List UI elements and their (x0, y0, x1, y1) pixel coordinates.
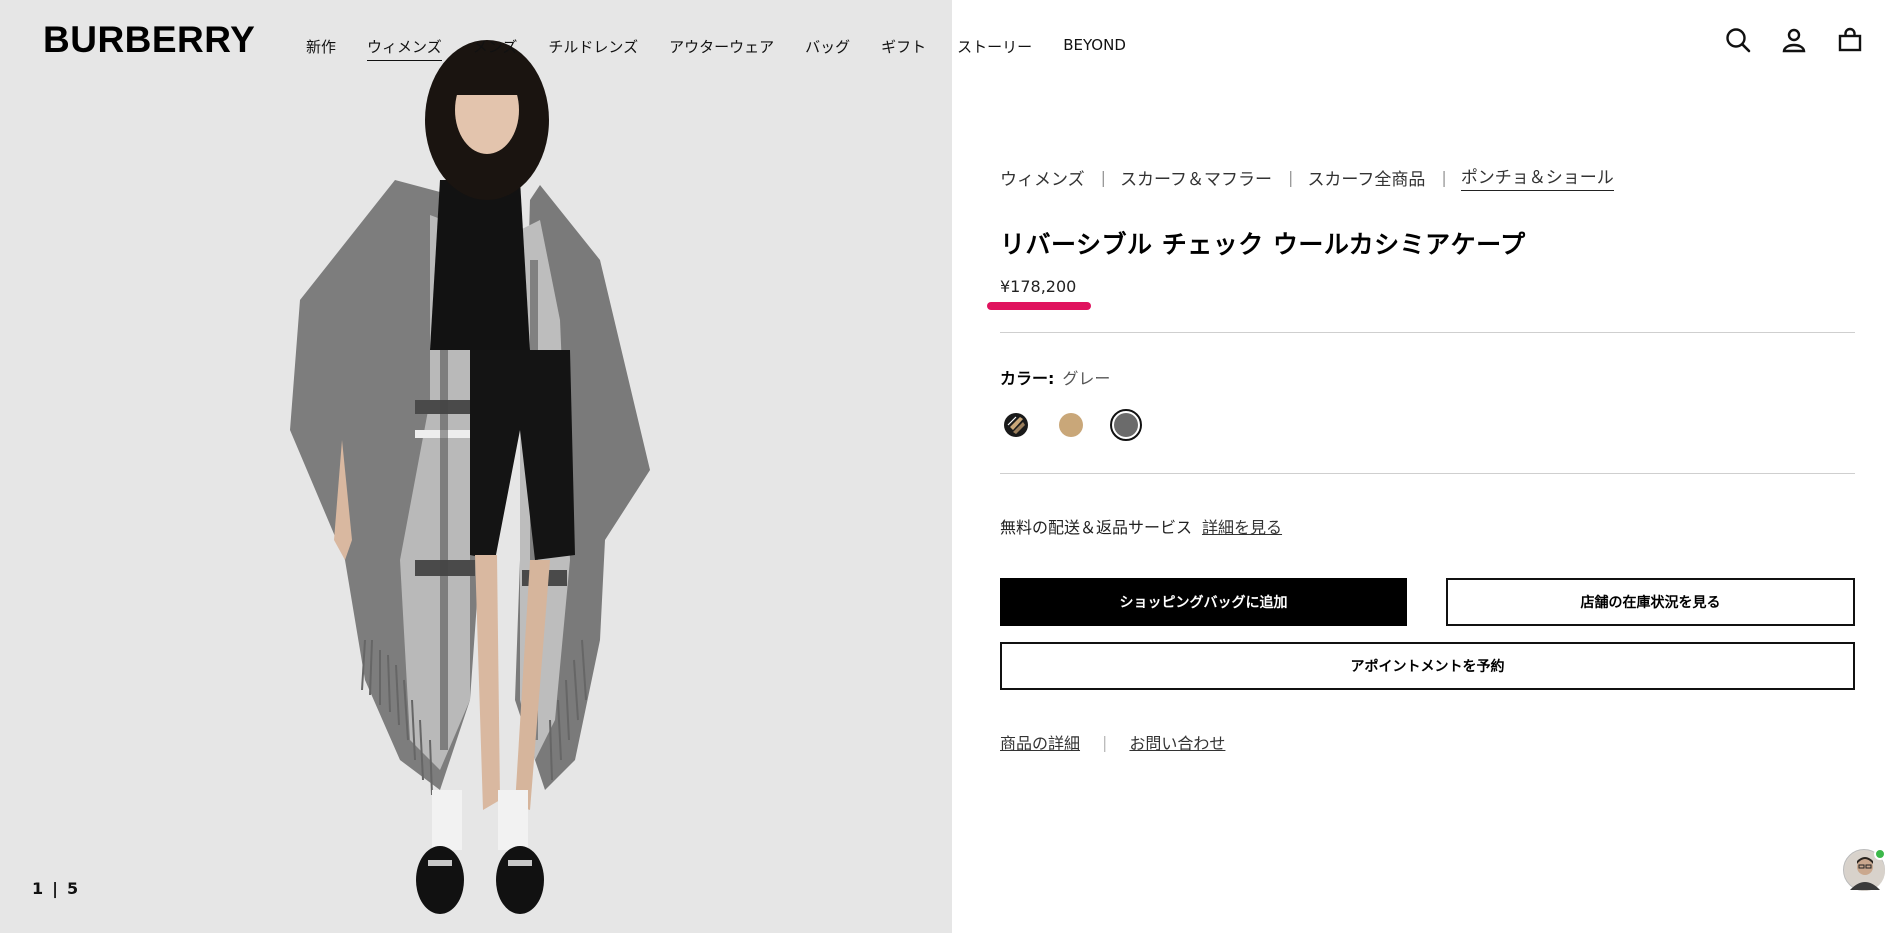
pager-current: 1 (32, 879, 45, 898)
swatch-check[interactable] (1000, 409, 1032, 441)
breadcrumb: ウィメンズ | スカーフ＆マフラー | スカーフ全商品 | ポンチョ＆ショール (1000, 163, 1614, 191)
pager-total: 5 (66, 879, 80, 898)
breadcrumb-womens[interactable]: ウィメンズ (1000, 165, 1085, 190)
nav-item-new[interactable]: 新作 (306, 36, 336, 61)
book-appointment-button[interactable]: アポイントメントを予約 (1000, 642, 1855, 690)
breadcrumb-scarves[interactable]: スカーフ＆マフラー (1120, 165, 1272, 190)
swatch-dot-grey (1114, 413, 1138, 437)
nav-item-gifts[interactable]: ギフト (881, 36, 926, 61)
color-value: グレー (1062, 369, 1111, 388)
breadcrumb-separator: | (1288, 167, 1294, 187)
price-highlight-mark (987, 302, 1091, 310)
color-label: カラー: (1000, 369, 1055, 388)
nav-item-beyond[interactable]: BEYOND (1063, 36, 1126, 61)
nav-item-stories[interactable]: ストーリー (957, 36, 1032, 61)
nav-item-womens[interactable]: ウィメンズ (367, 36, 442, 61)
main-nav: 新作 ウィメンズ メンズ チルドレンズ アウターウェア バッグ ギフト ストーリ… (306, 36, 1157, 61)
color-selector-label: カラー: グレー (1000, 365, 1110, 389)
nav-item-mens[interactable]: メンズ (473, 36, 518, 61)
swatch-grey[interactable] (1110, 409, 1142, 441)
gallery-pager: 1 | 5 (32, 879, 79, 898)
model-illustration (0, 0, 952, 933)
swatch-beige[interactable] (1055, 409, 1087, 441)
nav-item-outerwear[interactable]: アウターウェア (669, 36, 774, 61)
nav-item-childrens[interactable]: チルドレンズ (548, 36, 638, 61)
product-details-link[interactable]: 商品の詳細 (1000, 730, 1080, 754)
swatch-dot-beige (1059, 413, 1083, 437)
breadcrumb-all-scarves[interactable]: スカーフ全商品 (1307, 165, 1425, 190)
contact-link[interactable]: お問い合わせ (1129, 730, 1225, 754)
breadcrumb-ponchos-shawls[interactable]: ポンチョ＆ショール (1460, 163, 1614, 191)
add-to-bag-button[interactable]: ショッピングバッグに追加 (1000, 578, 1407, 626)
link-separator: | (1102, 732, 1108, 752)
divider (1000, 332, 1855, 333)
delivery-details-link[interactable]: 詳細を見る (1202, 514, 1282, 538)
store-stock-button[interactable]: 店舗の在庫状況を見る (1446, 578, 1855, 626)
brand-logo[interactable]: BURBERRY (43, 19, 255, 61)
search-icon[interactable] (1725, 27, 1751, 53)
breadcrumb-separator: | (1100, 167, 1107, 187)
header-actions (1725, 27, 1863, 53)
nav-item-bags[interactable]: バッグ (805, 36, 850, 61)
account-icon[interactable] (1781, 27, 1807, 53)
online-status-dot (1874, 848, 1886, 860)
delivery-info: 無料の配送＆返品サービス 詳細を見る (1000, 514, 1282, 538)
product-image[interactable]: 1 | 5 (0, 0, 952, 933)
product-price: ¥178,200 (1000, 277, 1077, 296)
color-swatches (1000, 409, 1142, 441)
product-footer-links: 商品の詳細 | お問い合わせ (1000, 730, 1225, 754)
chat-assistant-avatar[interactable] (1843, 848, 1886, 891)
divider (1000, 473, 1855, 474)
shopping-bag-icon[interactable] (1837, 27, 1863, 53)
delivery-text: 無料の配送＆返品サービス (1000, 518, 1193, 537)
breadcrumb-separator: | (1441, 167, 1447, 187)
check-pattern-icon (1004, 413, 1028, 437)
product-title: リバーシブル チェック ウールカシミアケープ (1000, 230, 1526, 259)
pager-separator: | (52, 879, 59, 898)
